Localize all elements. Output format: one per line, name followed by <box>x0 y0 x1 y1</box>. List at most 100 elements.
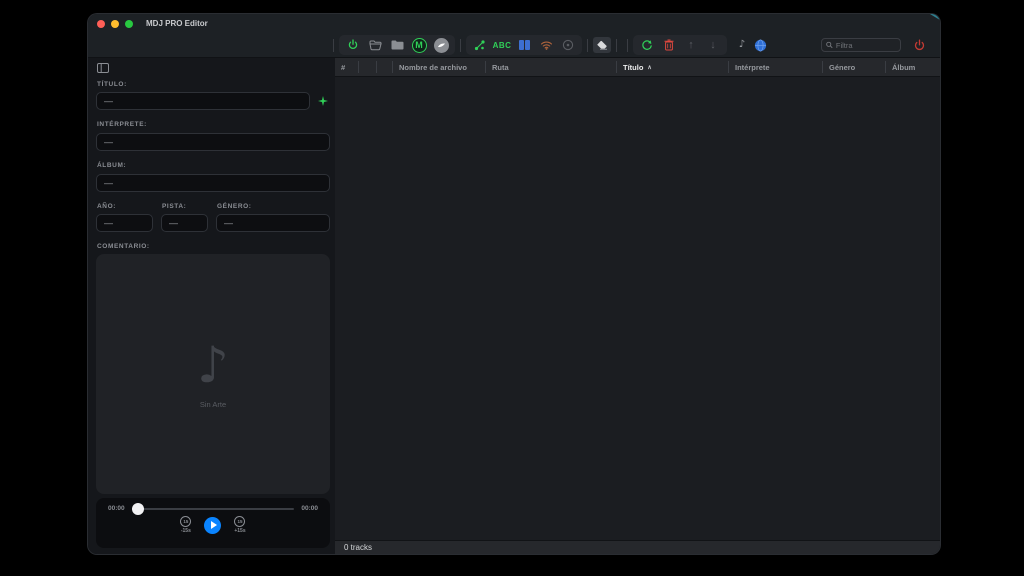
skip-back-label: -15s <box>181 528 191 534</box>
toolbar-group-edit: ABC <box>466 35 582 55</box>
titlebar: MDJ PRO Editor <box>88 14 940 33</box>
move-down-icon: ↓ <box>710 40 716 51</box>
sidebar-toggle-icon <box>97 63 109 73</box>
move-down-button[interactable]: ↓ <box>704 37 722 53</box>
mixedinkey-button[interactable]: M <box>410 37 428 53</box>
sparkle-icon <box>318 96 328 106</box>
sort-ascending-icon: ∧ <box>647 64 651 71</box>
interprete-input[interactable] <box>96 133 330 151</box>
album-art-placeholder[interactable]: ♪ Sin Arte <box>96 254 330 494</box>
clear-tags-button[interactable] <box>593 37 611 53</box>
minimize-window-button[interactable] <box>111 20 119 28</box>
columns-icon <box>519 40 530 50</box>
toolbar-separator <box>333 39 334 52</box>
column-header-title[interactable]: Título ∧ <box>616 61 728 73</box>
toolbar-separator <box>627 39 628 52</box>
library-folder-button[interactable] <box>388 37 406 53</box>
genero-input[interactable] <box>216 214 330 232</box>
ano-label: AÑO: <box>97 203 153 210</box>
column-header-filename[interactable]: Nombre de archivo <box>392 61 485 73</box>
pista-input[interactable] <box>161 214 208 232</box>
column-header-album[interactable]: Álbum <box>885 61 940 73</box>
genero-label: GÉNERO: <box>217 203 330 210</box>
toolbar-group-list: ↑ ↓ <box>633 35 727 55</box>
import-button[interactable] <box>344 37 362 53</box>
app-window: MDJ PRO Editor M <box>88 14 940 554</box>
no-art-text: Sin Arte <box>200 400 226 409</box>
search-icon <box>826 41 833 49</box>
folder-icon <box>391 40 404 50</box>
seek-slider-thumb[interactable] <box>132 503 144 515</box>
track-table: # Nombre de archivo Ruta Título ∧ Intérp… <box>335 58 940 554</box>
online-lookup-button[interactable] <box>751 37 769 53</box>
power-icon <box>913 39 926 52</box>
refresh-icon <box>641 39 653 51</box>
toolbar-separator <box>616 39 617 52</box>
skip-back-icon: 15 <box>180 516 191 527</box>
preview-player: 00:00 00:00 15 -15s 15 <box>96 498 330 548</box>
pista-label: PISTA: <box>162 203 208 210</box>
analyze-button[interactable] <box>471 37 489 53</box>
status-bar: 0 tracks <box>335 540 940 554</box>
remaining-time: 00:00 <box>301 505 318 512</box>
wifi-icon <box>540 40 553 50</box>
titulo-input[interactable] <box>96 92 310 110</box>
skip-forward-button[interactable]: 15 +15s <box>234 516 245 534</box>
power-import-icon <box>347 39 359 51</box>
quit-power-button[interactable] <box>910 37 928 53</box>
mixedinkey-badge: M <box>412 38 427 53</box>
disc-button[interactable] <box>559 37 577 53</box>
share-nodes-icon <box>474 39 486 51</box>
ano-input[interactable] <box>96 214 153 232</box>
move-up-button[interactable]: ↑ <box>682 37 700 53</box>
column-header-icon-1[interactable] <box>358 61 376 73</box>
window-title: MDJ PRO Editor <box>146 19 208 28</box>
column-header-path[interactable]: Ruta <box>485 61 616 73</box>
skip-forward-icon: 15 <box>234 516 245 527</box>
toolbar-separator <box>460 39 461 52</box>
skip-back-button[interactable]: 15 -15s <box>180 516 191 534</box>
elapsed-time: 00:00 <box>108 505 125 512</box>
eraser-icon <box>596 40 608 50</box>
sidebar-toggle-button[interactable] <box>97 63 109 73</box>
column-header-icon-2[interactable] <box>376 61 392 73</box>
column-header-number[interactable]: # <box>335 61 358 73</box>
album-input[interactable] <box>96 174 330 192</box>
trash-icon <box>664 39 674 51</box>
close-window-button[interactable] <box>97 20 105 28</box>
wifi-button[interactable] <box>537 37 555 53</box>
filter-search-field[interactable] <box>821 38 901 52</box>
column-header-title-label: Título <box>623 63 643 72</box>
open-folder-icon <box>369 40 382 51</box>
column-header-artist[interactable]: Intérprete <box>728 61 822 73</box>
serato-glyph-icon <box>437 41 446 50</box>
refresh-button[interactable] <box>638 37 656 53</box>
music-note-icon: ♪ <box>739 40 745 50</box>
search-input[interactable] <box>836 41 896 50</box>
rename-abc-button[interactable]: ABC <box>493 37 511 53</box>
toolbar-separator <box>587 39 588 52</box>
globe-icon <box>754 39 767 52</box>
disc-icon <box>562 39 574 51</box>
play-button[interactable] <box>204 517 221 534</box>
columns-button[interactable] <box>515 37 533 53</box>
suggest-title-button[interactable] <box>315 93 330 109</box>
album-label: ÁLBUM: <box>97 162 330 169</box>
tag-editor-sidebar: TÍTULO: INTÉRPRETE: ÁLBUM: AÑO: <box>88 58 335 554</box>
seek-slider[interactable] <box>132 508 295 510</box>
comentario-label: COMENTARIO: <box>97 243 330 250</box>
move-up-icon: ↑ <box>688 40 694 51</box>
table-body[interactable] <box>335 77 940 540</box>
interprete-label: INTÉRPRETE: <box>97 121 330 128</box>
titulo-label: TÍTULO: <box>97 81 330 88</box>
serato-badge <box>434 38 449 53</box>
delete-button[interactable] <box>660 37 678 53</box>
open-folder-button[interactable] <box>366 37 384 53</box>
zoom-window-button[interactable] <box>125 20 133 28</box>
table-header: # Nombre de archivo Ruta Título ∧ Intérp… <box>335 58 940 77</box>
column-header-genre[interactable]: Género <box>822 61 885 73</box>
serato-button[interactable] <box>432 37 450 53</box>
toolbar-group-files: M <box>339 35 455 55</box>
music-note-placeholder-icon: ♪ <box>197 340 229 390</box>
track-info-button[interactable]: ♪ <box>733 37 751 53</box>
